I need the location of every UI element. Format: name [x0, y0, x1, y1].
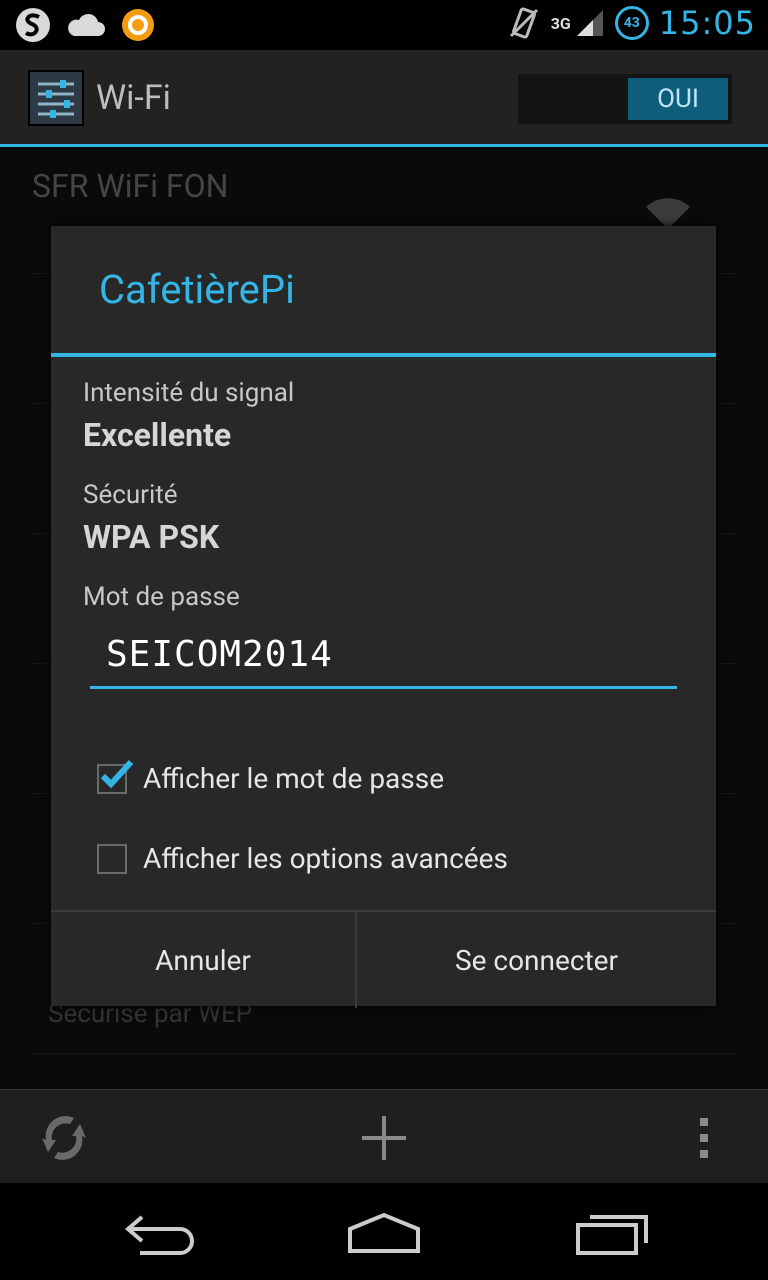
password-label: Mot de passe [83, 582, 240, 612]
add-network-icon[interactable] [358, 1112, 410, 1164]
back-icon[interactable] [120, 1209, 200, 1259]
signal-value: Excellente [83, 416, 232, 454]
vibrate-icon [509, 7, 538, 39]
connect-button[interactable]: Se connecter [357, 912, 716, 1008]
password-field[interactable] [90, 624, 677, 689]
security-value: WPA PSK [83, 518, 220, 556]
wifi-toggle-on-label: OUI [628, 78, 728, 120]
show-password-row[interactable]: Afficher le mot de passe [97, 759, 445, 795]
clock: 15:05 [658, 4, 756, 42]
show-password-checkbox[interactable] [97, 759, 134, 794]
advanced-options-row[interactable]: Afficher les options avancées [97, 842, 508, 875]
signal-label: Intensité du signal [83, 378, 295, 408]
battery-icon: 43 [614, 6, 649, 40]
bottom-toolbar [0, 1089, 768, 1184]
show-password-label: Afficher le mot de passe [143, 762, 445, 795]
settings-app-icon[interactable] [28, 70, 84, 126]
cloud-icon [68, 13, 105, 36]
network-type: 3G [550, 13, 571, 33]
dialog-title: CafetièrePi [99, 266, 295, 313]
password-input[interactable] [90, 624, 677, 684]
s-app-icon [16, 8, 50, 42]
home-icon[interactable] [344, 1211, 424, 1261]
advanced-options-label: Afficher les options avancées [143, 842, 508, 875]
title-divider [51, 353, 716, 357]
wifi-connect-dialog: CafetièrePi Intensité du signal Excellen… [51, 226, 716, 1008]
page-title: Wi-Fi [96, 78, 171, 118]
dialog-buttons: Annuler Se connecter [51, 910, 716, 1008]
security-label: Sécurité [83, 480, 178, 510]
wps-icon[interactable] [34, 1108, 94, 1168]
recent-apps-icon[interactable] [572, 1211, 652, 1261]
a-app-icon [122, 9, 154, 41]
cancel-button[interactable]: Annuler [51, 912, 357, 1008]
wifi-toggle[interactable]: OUI [518, 74, 732, 124]
check-icon [100, 759, 134, 788]
navigation-bar [0, 1183, 768, 1280]
status-bar: 3G 43 15:05 [0, 0, 768, 50]
overflow-menu-icon[interactable] [696, 1116, 712, 1160]
action-bar: Wi-Fi OUI [0, 50, 768, 147]
advanced-options-checkbox[interactable] [97, 843, 127, 874]
signal-icon [576, 10, 603, 36]
